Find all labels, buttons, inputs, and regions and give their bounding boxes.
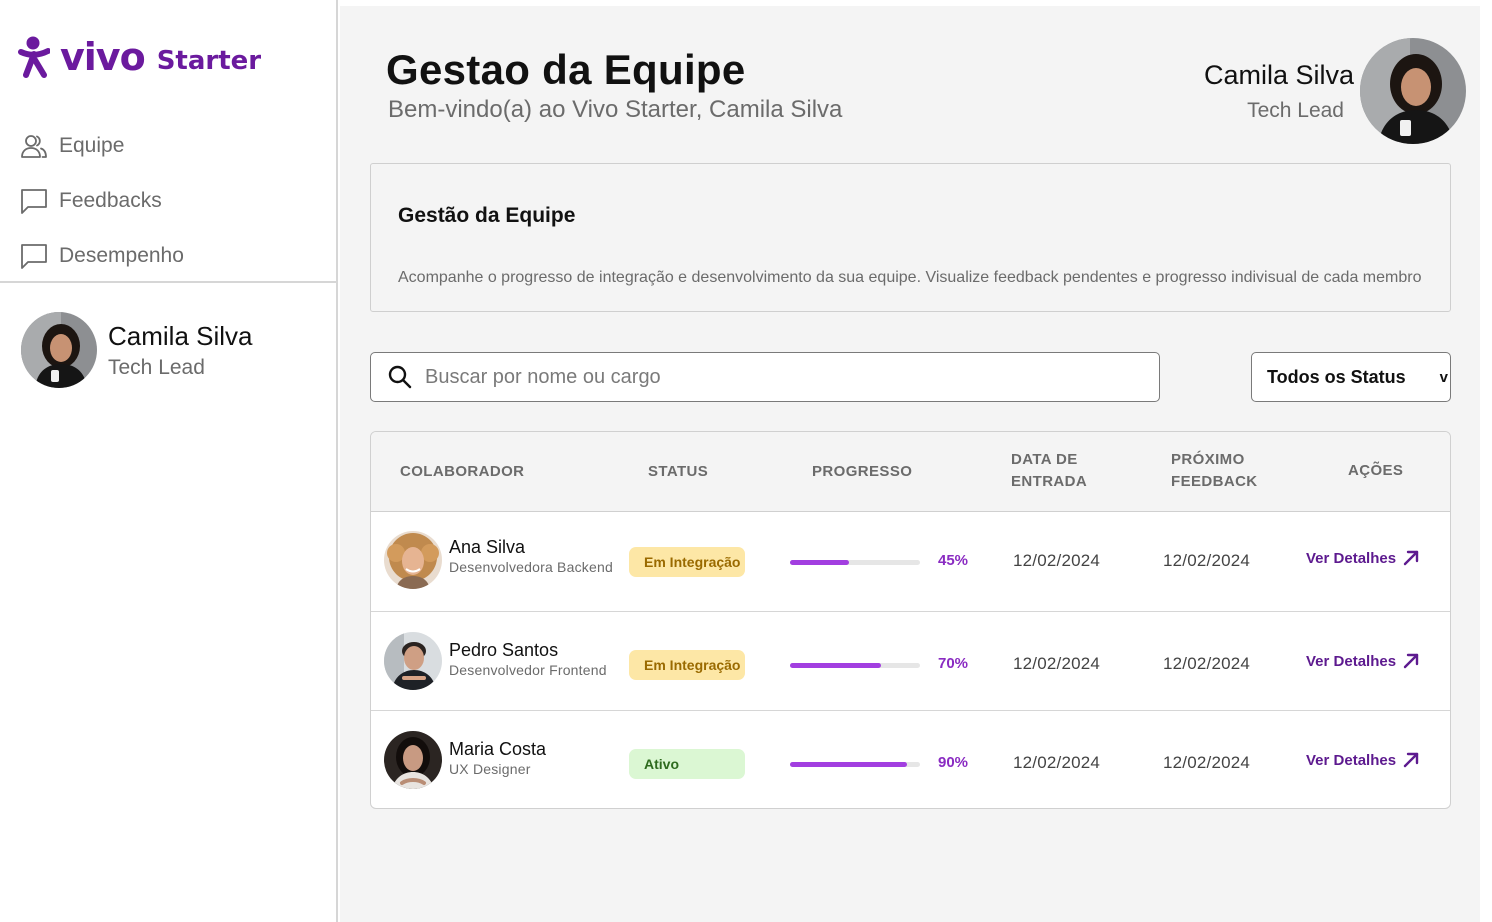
- ver-detalhes-link[interactable]: Ver Detalhes: [1306, 652, 1420, 670]
- ver-detalhes-label: Ver Detalhes: [1306, 652, 1397, 670]
- sidebar-item-equipe[interactable]: Equipe: [20, 128, 184, 164]
- status-filter-value: Todos os Status: [1267, 366, 1406, 387]
- progress-bar: [790, 762, 920, 767]
- message-square-icon: [21, 189, 47, 214]
- page-title: Gestao da Equipe: [386, 46, 746, 93]
- search-input[interactable]: [425, 365, 1125, 389]
- sidebar-item-label: Feedbacks: [59, 189, 162, 212]
- sidebar: vivo Starter Equipe Feedbacks Desempenho…: [0, 0, 338, 922]
- info-card: Gestão da Equipe Acompanhe o progresso d…: [370, 163, 1451, 312]
- avatar: [21, 312, 97, 388]
- sidebar-user-info: Camila Silva Tech Lead: [108, 321, 253, 380]
- column-header-progresso[interactable]: PROGRESSO: [812, 461, 912, 483]
- column-header-line: PRÓXIMO: [1171, 451, 1245, 468]
- table-row[interactable]: Maria Costa UX Designer Ativo 90% 12/02/…: [371, 711, 1450, 808]
- user-name: Camila Silva: [1203, 59, 1354, 90]
- progress-percent: 45%: [938, 552, 969, 569]
- progress-percent: 70%: [938, 655, 969, 672]
- page-subtitle: Bem-vindo(a) ao Vivo Starter, Camila Sil…: [388, 96, 843, 123]
- user-role: Tech Lead: [1247, 98, 1344, 122]
- user-name: Camila Silva: [108, 320, 253, 351]
- column-header-acoes: AÇÕES: [1348, 462, 1404, 479]
- ver-detalhes-link[interactable]: Ver Detalhes: [1306, 751, 1420, 769]
- ver-detalhes-label: Ver Detalhes: [1306, 751, 1397, 769]
- progress-bar-fill: [790, 762, 907, 767]
- employee-role: Desenvolvedor Frontend: [449, 662, 607, 678]
- progress-bar: [790, 560, 920, 565]
- employee-name: Pedro Santos: [449, 640, 559, 660]
- user-role: Tech Lead: [108, 355, 205, 379]
- column-header-status[interactable]: STATUS: [648, 461, 708, 483]
- entry-date: 12/02/2024: [1013, 753, 1101, 772]
- arrow-up-right-icon: [1403, 550, 1419, 566]
- next-feedback-date: 12/02/2024: [1163, 654, 1251, 673]
- chevron-down-icon: v: [1439, 368, 1448, 386]
- main-content: Gestao da Equipe Bem-vindo(a) ao Vivo St…: [340, 6, 1480, 922]
- status-badge: Ativo: [629, 749, 745, 779]
- avatar: [384, 531, 442, 589]
- progress-bar-fill: [790, 663, 881, 668]
- header-user-profile[interactable]: Camila Silva Tech Lead: [1204, 38, 1466, 144]
- entry-date: 12/02/2024: [1013, 654, 1101, 673]
- progress-percent: 90%: [938, 754, 969, 771]
- employee-name: Ana Silva: [449, 537, 526, 557]
- ver-detalhes-label: Ver Detalhes: [1306, 549, 1397, 567]
- progress-bar: [790, 663, 920, 668]
- team-table: COLABORADOR STATUS PROGRESSO DATA DE ENT…: [370, 431, 1451, 809]
- status-badge: Em Integração: [629, 547, 745, 577]
- column-header-proximo-feedback[interactable]: PRÓXIMO FEEDBACK: [1171, 449, 1258, 493]
- header-user-info: Camila Silva Tech Lead: [1204, 60, 1354, 123]
- sidebar-divider: [0, 281, 336, 283]
- vivo-starter-logo[interactable]: vivo Starter: [18, 36, 261, 78]
- employee-role: Desenvolvedora Backend: [449, 559, 613, 575]
- sidebar-item-desempenho[interactable]: Desempenho: [20, 238, 184, 274]
- arrow-up-right-icon: [1403, 752, 1419, 768]
- sidebar-item-label: Desempenho: [59, 244, 184, 267]
- app: vivo Starter Equipe Feedbacks Desempenho…: [0, 0, 1492, 922]
- column-header-line: DATA DE: [1011, 451, 1078, 468]
- table-row[interactable]: Ana Silva Desenvolvedora Backend Em Inte…: [371, 513, 1450, 612]
- avatar: [384, 632, 442, 690]
- sidebar-user-profile[interactable]: Camila Silva Tech Lead: [21, 312, 253, 388]
- avatar: [1360, 38, 1466, 144]
- entry-date: 12/02/2024: [1013, 551, 1101, 570]
- column-header-line: ENTRADA: [1011, 473, 1088, 490]
- vivo-person-logo-icon: [18, 36, 50, 78]
- logo-vivo-text: vivo: [60, 35, 146, 79]
- info-card-description: Acompanhe o progresso de integração e de…: [398, 269, 1422, 286]
- arrow-up-right-icon: [1403, 653, 1419, 669]
- employee-role: UX Designer: [449, 761, 531, 777]
- column-header-data-entrada[interactable]: DATA DE ENTRADA: [1011, 449, 1087, 493]
- info-card-title: Gestão da Equipe: [398, 204, 576, 227]
- sidebar-item-label: Equipe: [59, 134, 125, 157]
- next-feedback-date: 12/02/2024: [1163, 551, 1251, 570]
- avatar: [384, 731, 442, 789]
- sidebar-nav: Equipe Feedbacks Desempenho: [20, 128, 184, 293]
- message-square-icon: [21, 244, 47, 269]
- users-icon: [21, 135, 47, 158]
- sidebar-item-feedbacks[interactable]: Feedbacks: [20, 183, 184, 219]
- column-header-line: FEEDBACK: [1171, 473, 1258, 490]
- next-feedback-date: 12/02/2024: [1163, 753, 1251, 772]
- status-filter-select[interactable]: Todos os Status v: [1251, 352, 1451, 402]
- column-header-colaborador[interactable]: COLABORADOR: [400, 461, 524, 483]
- search-box[interactable]: [370, 352, 1160, 402]
- table-row[interactable]: Pedro Santos Desenvolvedor Frontend Em I…: [371, 612, 1450, 711]
- employee-name: Maria Costa: [449, 739, 547, 759]
- progress-bar-fill: [790, 560, 849, 565]
- status-badge: Em Integração: [629, 650, 745, 680]
- table-header: COLABORADOR STATUS PROGRESSO DATA DE ENT…: [371, 432, 1450, 512]
- search-icon: [388, 365, 412, 389]
- logo-starter-text: Starter: [156, 46, 262, 76]
- ver-detalhes-link[interactable]: Ver Detalhes: [1306, 549, 1420, 567]
